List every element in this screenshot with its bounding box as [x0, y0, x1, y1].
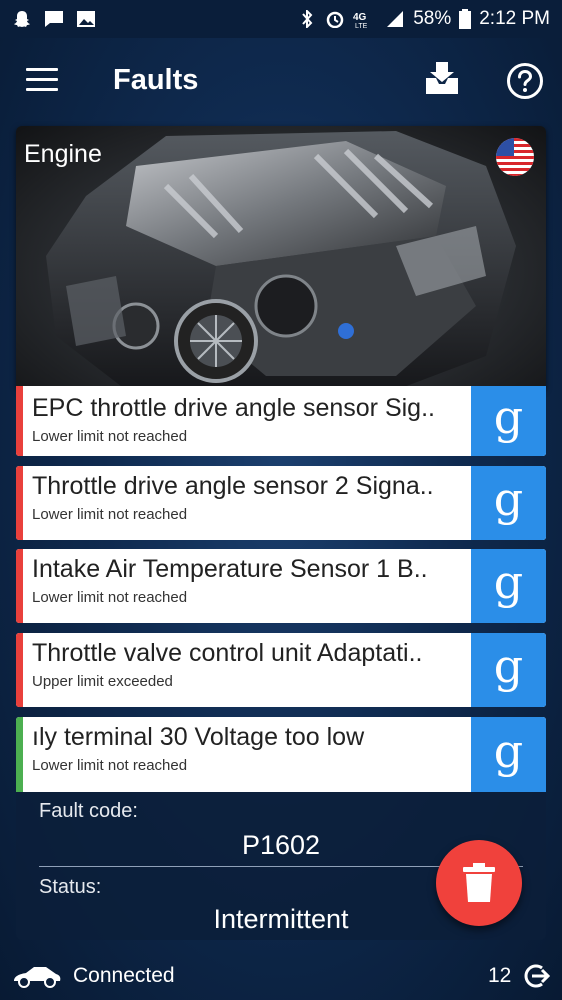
page-title: Faults — [113, 64, 199, 96]
module-name: Engine — [24, 140, 102, 168]
alarm-icon — [326, 11, 344, 28]
severity-stripe — [16, 466, 23, 540]
google-search-button[interactable]: g — [471, 549, 546, 623]
fault-detail: Lower limit not reached — [32, 757, 188, 774]
download-icon[interactable] — [422, 58, 462, 98]
exit-icon[interactable] — [522, 962, 550, 990]
bottom-bar: Connected 12 — [0, 950, 562, 1000]
fault-item[interactable]: Throttle drive angle sensor 2 Signa.. Lo… — [16, 466, 546, 540]
fault-detail: Lower limit not reached — [32, 428, 188, 445]
fault-item[interactable]: EPC throttle drive angle sensor Sig.. Lo… — [16, 386, 546, 456]
status-bar: 4G LTE 58% 2:12 PM — [0, 0, 562, 38]
google-search-button[interactable]: g — [471, 633, 546, 707]
fault-item[interactable]: Intake Air Temperature Sensor 1 B.. Lowe… — [16, 549, 546, 623]
bluetooth-icon — [302, 10, 313, 28]
signal-icon — [387, 11, 404, 27]
fault-detail: Lower limit not reached — [32, 506, 188, 523]
battery-icon — [459, 9, 472, 29]
snapchat-icon — [14, 11, 30, 27]
menu-icon[interactable] — [26, 68, 58, 94]
help-icon[interactable] — [506, 62, 544, 100]
fault-name: Intake Air Temperature Sensor 1 B.. — [32, 555, 428, 583]
google-search-button[interactable]: g — [471, 466, 546, 540]
severity-stripe — [16, 549, 23, 623]
car-icon — [14, 967, 61, 988]
us-flag-icon[interactable] — [496, 138, 534, 176]
google-search-button[interactable]: g — [471, 386, 546, 456]
google-icon: g — [493, 723, 524, 778]
connection-status: Connected — [73, 964, 175, 987]
fault-count: 12 — [488, 964, 512, 987]
message-icon — [45, 11, 63, 27]
fault-name: Throttle drive angle sensor 2 Signa.. — [32, 472, 434, 500]
severity-stripe — [16, 717, 23, 792]
app-bar: Faults — [0, 38, 562, 124]
google-search-button[interactable]: g — [471, 717, 546, 792]
google-icon: g — [493, 390, 524, 444]
lte-icon: 4GLTE — [353, 12, 368, 28]
fault-item[interactable]: ıly terminal 30 Voltage too low Lower li… — [16, 717, 546, 792]
image-icon — [77, 11, 95, 27]
fault-item[interactable]: Throttle valve control unit Adaptati.. U… — [16, 633, 546, 707]
severity-stripe — [16, 386, 23, 456]
google-icon: g — [493, 639, 524, 693]
fault-detail: Lower limit not reached — [32, 589, 188, 606]
svg-text:4G: 4G — [353, 12, 367, 23]
fault-code-label: Fault code: — [39, 800, 138, 822]
fault-name: Throttle valve control unit Adaptati.. — [32, 639, 423, 667]
clock: 2:12 PM — [479, 8, 550, 29]
trash-icon — [463, 863, 495, 902]
delete-faults-button[interactable] — [436, 840, 522, 926]
google-icon: g — [493, 555, 524, 609]
severity-stripe — [16, 633, 23, 707]
status-label: Status: — [39, 876, 102, 898]
fault-name: ıly terminal 30 Voltage too low — [32, 723, 365, 751]
svg-text:LTE: LTE — [355, 23, 368, 28]
battery-percent: 58% — [413, 8, 452, 29]
fault-name: EPC throttle drive angle sensor Sig.. — [32, 394, 435, 422]
google-icon: g — [493, 472, 524, 526]
engine-card[interactable]: Engine — [16, 126, 546, 390]
fault-detail: Upper limit exceeded — [32, 673, 173, 690]
